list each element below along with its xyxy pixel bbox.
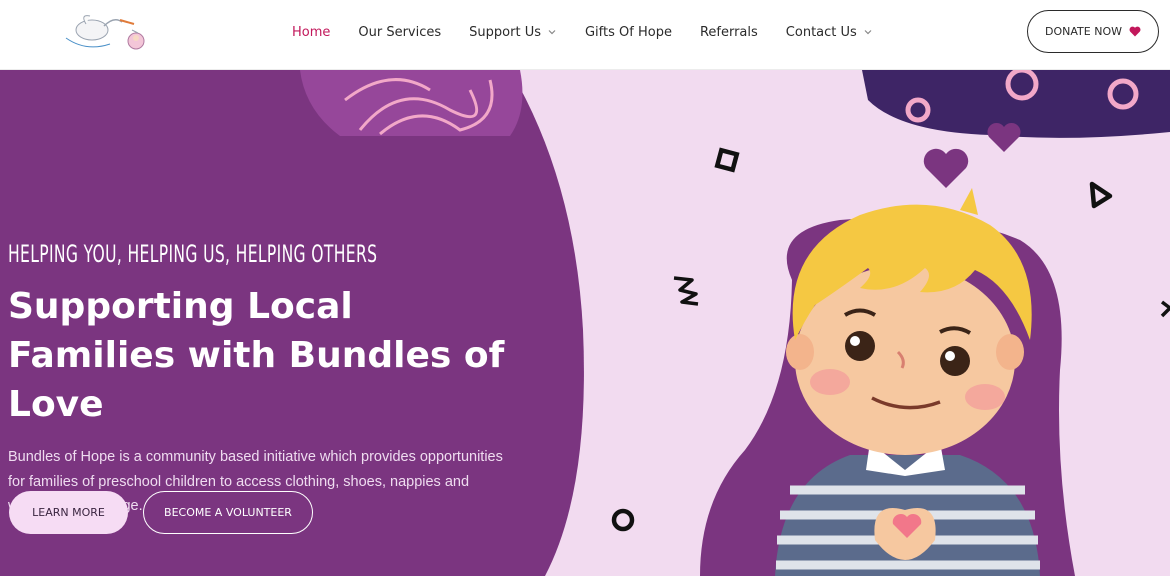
square-outline-icon bbox=[714, 147, 740, 173]
donate-now-button[interactable]: DONATE NOW bbox=[1027, 10, 1159, 53]
hero-content: Helping You, Helping Us, Helping Others … bbox=[8, 240, 568, 519]
hero-headline: Supporting Local Families with Bundles o… bbox=[8, 286, 505, 425]
nav-gifts-of-hope-label: Gifts Of Hope bbox=[584, 24, 672, 40]
heart-icon bbox=[1129, 26, 1141, 37]
hero-cta-group: LEARN MORE BECOME A VOLUNTEER bbox=[9, 491, 313, 534]
nav-referrals-label: Referrals bbox=[699, 24, 758, 40]
become-volunteer-button[interactable]: BECOME A VOLUNTEER bbox=[143, 491, 313, 534]
nav-our-services[interactable]: Our Services bbox=[358, 25, 441, 40]
nav-contact-us-label: Contact Us bbox=[785, 24, 857, 40]
scribble-circle-shape bbox=[300, 70, 523, 136]
main-navigation: Home Our Services Support Us Gifts Of Ho… bbox=[292, 0, 901, 64]
triangle-outline-icon bbox=[1089, 181, 1113, 209]
nav-contact-us[interactable]: Contact Us bbox=[786, 25, 873, 40]
ring-outline-icon bbox=[611, 508, 635, 532]
heart-shape-icon bbox=[987, 122, 1021, 152]
learn-more-button[interactable]: LEARN MORE bbox=[9, 491, 128, 534]
nav-gifts-of-hope[interactable]: Gifts Of Hope bbox=[585, 25, 672, 40]
heart-shape-icon bbox=[923, 148, 969, 188]
nav-home-label: Home bbox=[292, 24, 331, 40]
become-volunteer-label: BECOME A VOLUNTEER bbox=[164, 506, 292, 519]
chevron-down-icon bbox=[548, 30, 556, 35]
nav-home[interactable]: Home bbox=[292, 25, 330, 40]
zigzag-icon bbox=[1160, 300, 1170, 318]
site-logo[interactable] bbox=[62, 8, 152, 58]
nav-referrals[interactable]: Referrals bbox=[700, 25, 758, 40]
nav-support-us-label: Support Us bbox=[469, 24, 541, 40]
hero-eyebrow: Helping You, Helping Us, Helping Others bbox=[8, 240, 378, 268]
learn-more-label: LEARN MORE bbox=[32, 506, 105, 519]
chevron-down-icon bbox=[864, 30, 872, 35]
site-header: Home Our Services Support Us Gifts Of Ho… bbox=[0, 0, 1170, 70]
nav-our-services-label: Our Services bbox=[358, 24, 442, 40]
stork-logo-icon bbox=[65, 15, 145, 50]
zigzag-icon bbox=[673, 276, 699, 306]
nav-support-us[interactable]: Support Us bbox=[469, 25, 557, 40]
donate-now-label: DONATE NOW bbox=[1045, 25, 1122, 38]
hero-section: Helping You, Helping Us, Helping Others … bbox=[0, 70, 1170, 576]
